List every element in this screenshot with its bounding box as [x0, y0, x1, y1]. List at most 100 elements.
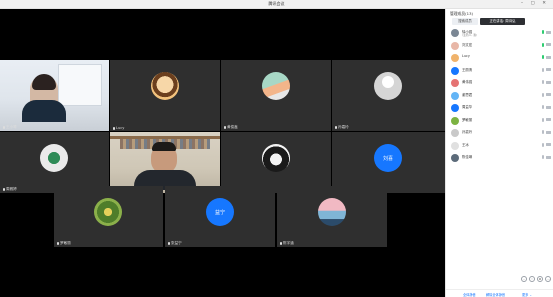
avatar	[451, 104, 459, 112]
mic-icon[interactable]	[542, 130, 544, 134]
video-tile-9[interactable]: 罗敏丽	[54, 186, 163, 247]
mic-icon[interactable]	[542, 155, 544, 159]
mic-icon	[168, 241, 170, 245]
mic-icon[interactable]	[542, 30, 544, 34]
mute-all-button[interactable]: 全体静音	[463, 292, 476, 297]
window-controls[interactable]: – ▢ ✕	[521, 1, 549, 6]
list-item[interactable]: 刘文宏	[446, 40, 553, 53]
camera-icon[interactable]	[546, 43, 551, 46]
tile-name: 罗敏丽	[60, 241, 71, 245]
speaking-now-tab[interactable]: 正在讲话: 周诗弘	[480, 18, 525, 25]
avatar	[451, 141, 459, 150]
title-bar: 腾讯会议 – ▢ ✕	[0, 0, 553, 9]
list-item[interactable]: 陈佳琳	[446, 152, 553, 165]
tile-label: 罗敏丽	[57, 241, 71, 246]
search-members-tab[interactable]: 搜索成员	[452, 18, 478, 25]
video-tile-2[interactable]: Lucy	[110, 60, 220, 131]
tile-label: Lucy	[113, 126, 124, 130]
list-item[interactable]: 孙嘉玲	[446, 127, 553, 140]
avatar	[451, 91, 459, 100]
list-item[interactable]: 黄伟强	[446, 77, 553, 90]
video-tile-7[interactable]: 王冰	[221, 132, 331, 193]
mic-icon[interactable]	[542, 80, 544, 84]
background-window	[58, 64, 102, 106]
video-tile-8[interactable]: 刘喜 刘喜峰	[332, 132, 445, 193]
list-item[interactable]: 周益华	[446, 102, 553, 115]
list-item[interactable]: 徐小强 (主持人, 我)	[446, 27, 553, 40]
tile-name: Lucy	[116, 126, 125, 130]
video-tile-5[interactable]: 周雅婷	[0, 132, 109, 193]
members-panel-title: 管理成员(13)	[450, 11, 473, 16]
avatar	[451, 129, 459, 137]
avatar	[262, 144, 290, 172]
more-icon[interactable]: ⋯	[545, 276, 551, 282]
camera-icon[interactable]	[546, 68, 551, 71]
mic-icon[interactable]	[542, 142, 544, 147]
camera-icon[interactable]	[546, 93, 551, 96]
avatar	[451, 79, 459, 87]
member-name: 王丽清	[462, 67, 473, 72]
avatar	[451, 29, 459, 37]
member-role: (主持人, 我)	[462, 33, 478, 37]
tile-name: 孙嘉玲	[338, 125, 349, 129]
list-item[interactable]: 罗敏丽	[446, 115, 553, 128]
tile-label: 周雅婷	[3, 187, 17, 192]
video-tile-1[interactable]: 王小琴	[0, 60, 109, 131]
camera-icon[interactable]	[546, 105, 551, 109]
member-name: 黄伟强	[462, 80, 473, 84]
avatar-text: 益宁	[206, 198, 234, 226]
avatar	[318, 198, 346, 226]
camera-icon[interactable]	[546, 143, 551, 146]
participant-hair	[152, 142, 176, 151]
list-item[interactable]: 王丽清	[446, 65, 553, 78]
settings-icon[interactable]: ⚙	[537, 276, 543, 282]
camera-icon[interactable]	[546, 80, 551, 84]
video-tile-10[interactable]: 益宁 张益宁	[165, 186, 275, 247]
camera-icon[interactable]	[546, 55, 551, 59]
avatar	[94, 198, 122, 226]
mic-icon[interactable]	[542, 92, 544, 97]
camera-icon[interactable]	[546, 30, 551, 34]
list-item[interactable]: 谢思君	[446, 90, 553, 103]
camera-icon[interactable]	[546, 118, 551, 121]
mic-icon	[3, 187, 5, 191]
video-tile-11[interactable]: 陈宇涵	[277, 186, 387, 247]
mic-icon[interactable]	[542, 55, 544, 59]
members-list: 徐小强 (主持人, 我) 刘文宏 Lucy 王丽清 黄伟强 谢思君 周益华 罗敏…	[446, 27, 553, 165]
tile-name: 黄俊鑫	[227, 125, 238, 129]
list-item[interactable]: 王冰	[446, 140, 553, 153]
mic-icon[interactable]	[542, 42, 544, 47]
camera-icon[interactable]	[546, 130, 551, 134]
avatar	[451, 116, 459, 125]
members-footer: 全体静音 解除全体静音 更多 ⌄	[446, 289, 553, 297]
video-grid: 王小琴 Lucy 黄俊鑫 孙嘉玲 周雅婷 李建国 王冰 刘喜 刘喜峰 罗敏丽	[0, 9, 445, 297]
avatar	[40, 144, 68, 172]
video-tile-4[interactable]: 孙嘉玲	[332, 60, 445, 131]
member-name: Lucy	[462, 54, 470, 58]
video-tile-3[interactable]: 黄俊鑫	[221, 60, 331, 131]
member-name: 罗敏丽	[462, 117, 473, 122]
list-item[interactable]: Lucy	[446, 52, 553, 65]
camera-icon[interactable]	[546, 155, 551, 159]
mic-icon[interactable]	[542, 117, 544, 122]
tile-label: 黄俊鑫	[224, 125, 238, 130]
tile-label: 孙嘉玲	[335, 125, 349, 130]
members-panel: 管理成员(13) 搜索成员 正在讲话: 周诗弘 徐小强 (主持人, 我) 刘文宏…	[445, 9, 553, 297]
window-title: 腾讯会议	[268, 1, 285, 6]
pin-icon[interactable]: ◦	[529, 276, 535, 282]
minimize-icon[interactable]: –	[521, 276, 527, 282]
participant-hair	[32, 74, 56, 90]
tile-name: 张益宁	[171, 241, 182, 245]
member-name: 陈佳琳	[462, 155, 473, 159]
mic-icon	[113, 126, 115, 130]
mic-icon	[335, 125, 337, 129]
mic-icon[interactable]	[542, 67, 544, 72]
avatar	[262, 72, 290, 100]
tile-label: 陈宇涵	[280, 241, 294, 246]
avatar	[451, 154, 459, 162]
member-name: 周益华	[462, 105, 473, 109]
more-button[interactable]: 更多 ⌄	[522, 292, 532, 297]
video-tile-6[interactable]: 李建国	[110, 132, 220, 193]
mic-icon[interactable]	[542, 105, 544, 109]
unmute-all-button[interactable]: 解除全体静音	[486, 292, 505, 297]
